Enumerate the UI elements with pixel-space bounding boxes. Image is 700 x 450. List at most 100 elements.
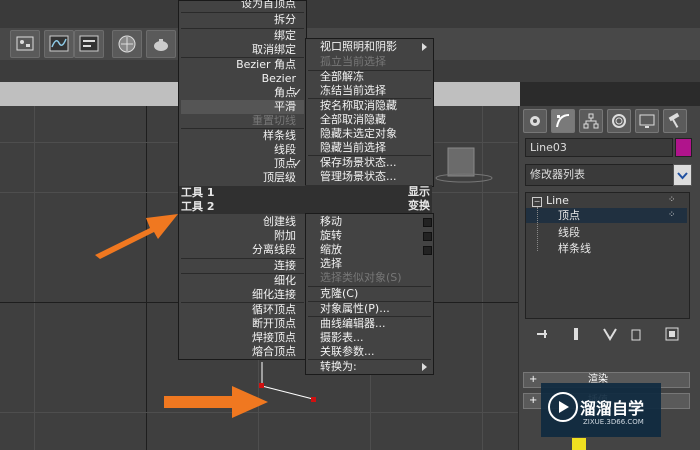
dope-sheet-button[interactable]: [74, 30, 104, 58]
orange-pointer-arrow-1: [95, 214, 178, 259]
menu-item-freeze-selection[interactable]: 冻结当前选择: [320, 84, 386, 98]
menu-item-detach-segment[interactable]: 分离线段: [252, 243, 296, 257]
menu-item-viewport-lighting[interactable]: 视口照明和阴影: [320, 40, 397, 54]
stack-dots-icon: ⁘: [668, 210, 676, 220]
display-icon: [639, 114, 655, 128]
collapse-toggle-icon[interactable]: −: [532, 197, 542, 207]
stack-item-line[interactable]: Line: [546, 193, 569, 208]
menu-item-attach[interactable]: 附加: [274, 229, 296, 243]
main-toolbar-strip: [0, 0, 700, 29]
menu-item-unfreeze-all[interactable]: 全部解冻: [320, 70, 364, 84]
show-end-result-button[interactable]: [566, 325, 586, 343]
menu-item-save-scene-state[interactable]: 保存场景状态...: [320, 156, 397, 170]
settings-box-icon[interactable]: [423, 218, 432, 227]
menu-item-cycle-vertices[interactable]: 循环顶点: [252, 303, 296, 317]
curve-editor-button[interactable]: [44, 30, 74, 58]
material-editor-button[interactable]: [112, 30, 142, 58]
render-setup-button[interactable]: [146, 30, 176, 58]
menu-item-bezier[interactable]: Bezier: [262, 72, 296, 86]
menu-item-scale[interactable]: 缩放: [320, 243, 342, 257]
menu-item-manage-scene-states[interactable]: 管理场景状态...: [320, 170, 397, 184]
vertex-handle: [259, 383, 264, 388]
menu-item-refine-connect[interactable]: 细化连接: [252, 288, 296, 302]
settings-box-icon[interactable]: [423, 232, 432, 241]
menu-item-wire-parameters[interactable]: 关联参数...: [320, 345, 375, 359]
settings-box-icon[interactable]: [423, 246, 432, 255]
curve-editor-icon: [49, 35, 69, 52]
trash-icon: [631, 329, 641, 341]
check-icon: ✓: [293, 86, 303, 99]
menu-item-clone[interactable]: 克隆(C): [320, 287, 358, 301]
orange-pointer-arrow-2: [164, 386, 268, 418]
menu-item-bezier-corner[interactable]: Bezier 角点: [236, 58, 296, 72]
menu-item-connect[interactable]: 连接: [274, 259, 296, 273]
stack-item-spline[interactable]: 样条线: [558, 241, 591, 256]
menu-item-unhide-all[interactable]: 全部取消隐藏: [320, 113, 386, 127]
vertex-handle: [311, 397, 316, 402]
pin-stack-button[interactable]: [533, 325, 553, 343]
check-icon: ✓: [293, 157, 303, 170]
menu-item-fuse-vertices[interactable]: 熔合顶点: [252, 345, 296, 359]
quad-header-display: 显示: [305, 185, 432, 199]
menu-item-curve-editor[interactable]: 曲线编辑器...: [320, 317, 386, 331]
menu-item-dope-sheet[interactable]: 摄影表...: [320, 331, 364, 345]
configure-modifier-sets-button[interactable]: [662, 325, 682, 343]
modifier-list-dropdown[interactable]: 修改器列表: [525, 164, 685, 186]
tab-modify[interactable]: [551, 109, 575, 133]
menu-item-bind[interactable]: 绑定: [274, 29, 296, 43]
plus-icon: +: [529, 395, 538, 406]
menu-item-rotate[interactable]: 旋转: [320, 229, 342, 243]
menu-item-refine[interactable]: 细化: [274, 274, 296, 288]
remove-modifier-button[interactable]: [626, 325, 646, 343]
chevron-down-icon: [677, 172, 688, 180]
menu-item-hide-selection[interactable]: 隐藏当前选择: [320, 141, 386, 155]
menu-item-select[interactable]: 选择: [320, 257, 342, 271]
make-unique-icon: [603, 328, 617, 341]
menu-item-smooth[interactable]: 平滑: [274, 100, 296, 114]
menu-item-weld-vertices[interactable]: 焊接顶点: [252, 331, 296, 345]
menu-item-reset-tangents: 重置切线: [252, 114, 296, 127]
quad-header-transform: 变换: [305, 199, 432, 213]
menu-item-segment[interactable]: 线段: [274, 143, 296, 157]
menu-item-top-level[interactable]: 顶层级: [263, 171, 296, 185]
menu-item-unhide-by-name[interactable]: 按名称取消隐藏: [320, 99, 397, 113]
menu-item-create-line[interactable]: 创建线: [263, 215, 296, 229]
menu-item-set-first-vertex[interactable]: 设为首顶点: [241, 0, 296, 11]
tab-utilities[interactable]: [663, 109, 687, 133]
tab-motion[interactable]: [607, 109, 631, 133]
hierarchy-icon: [583, 113, 599, 129]
menu-item-convert-to[interactable]: 转换为:: [320, 360, 357, 374]
quad-menu-display: 视口照明和阴影 孤立当前选择 全部解冻 冻结当前选择 按名称取消隐藏 全部取消隐…: [305, 38, 434, 187]
stack-item-vertex[interactable]: 顶点: [558, 208, 580, 223]
material-ball-icon: [118, 35, 136, 53]
schematic-icon: [16, 36, 34, 51]
dope-sheet-icon: [79, 35, 99, 52]
yellow-object-icon: [572, 438, 586, 450]
dropdown-button[interactable]: [673, 164, 692, 186]
stack-selection-highlight: [526, 208, 687, 223]
menu-item-object-properties[interactable]: 对象属性(P)...: [320, 302, 390, 316]
menu-item-spline[interactable]: 样条线: [263, 129, 296, 143]
end-result-icon: [574, 328, 578, 340]
menu-item-select-similar: 选择类似对象(S): [320, 271, 402, 284]
menu-item-hide-unselected[interactable]: 隐藏未选定对象: [320, 127, 397, 141]
object-color-swatch[interactable]: [675, 138, 692, 157]
tree-connector: [537, 207, 539, 251]
make-unique-button[interactable]: [600, 325, 620, 343]
pin-icon: [537, 330, 547, 338]
menu-item-move[interactable]: 移动: [320, 215, 342, 229]
menu-item-break-vertices[interactable]: 断开顶点: [252, 317, 296, 331]
menu-item-unbind[interactable]: 取消绑定: [252, 43, 296, 57]
spline-segment: [261, 385, 314, 400]
object-name-input[interactable]: Line03: [525, 138, 673, 157]
submenu-arrow-icon: [422, 363, 427, 371]
modify-icon: [556, 114, 570, 128]
tab-create[interactable]: [523, 109, 547, 133]
stack-item-segment[interactable]: 线段: [558, 225, 580, 240]
tab-hierarchy[interactable]: [579, 109, 603, 133]
hammer-icon: [668, 112, 680, 128]
watermark-url: ZIXUE.3D66.COM: [583, 418, 644, 426]
schematic-view-button[interactable]: [10, 30, 40, 58]
tab-display[interactable]: [635, 109, 659, 133]
menu-item-split[interactable]: 拆分: [274, 13, 296, 27]
